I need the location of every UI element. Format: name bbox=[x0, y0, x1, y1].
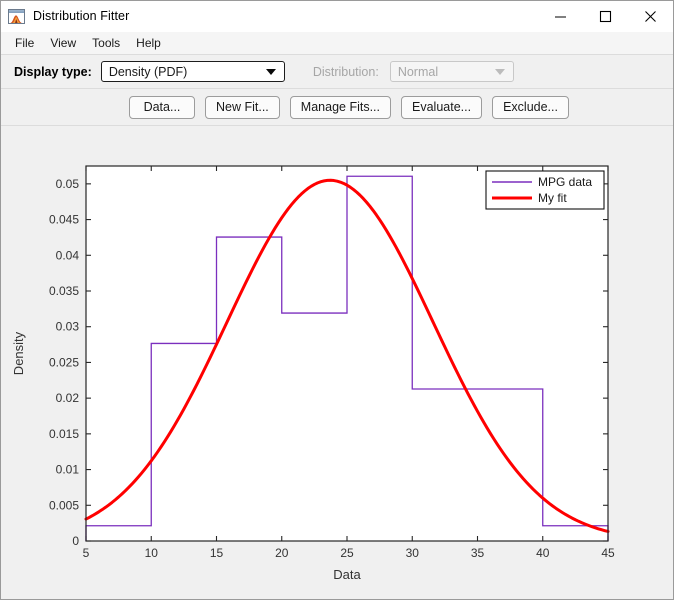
x-tick-label: 20 bbox=[275, 546, 289, 560]
x-tick-label: 25 bbox=[340, 546, 354, 560]
y-tick-label: 0.025 bbox=[49, 355, 79, 369]
x-tick-label: 30 bbox=[406, 546, 420, 560]
distribution-group: Distribution: Normal bbox=[313, 61, 514, 82]
display-type-select[interactable]: Density (PDF) bbox=[100, 61, 285, 82]
y-axis-title: Density bbox=[11, 331, 26, 375]
close-button[interactable] bbox=[628, 1, 673, 31]
display-options-bar: Display type: Density (PDF) Distribution… bbox=[1, 55, 673, 89]
distribution-fitter-window: Distribution Fitter File View Tools Help… bbox=[0, 0, 674, 600]
y-tick-label: 0.005 bbox=[49, 498, 79, 512]
menu-bar: File View Tools Help bbox=[1, 32, 673, 55]
y-tick-label: 0 bbox=[72, 534, 79, 548]
figure-area: 5 10 15 20 25 30 35 40 45 0 0.005 0.01 0.015 0.02 0.02… bbox=[1, 126, 673, 600]
x-tick-label: 35 bbox=[471, 546, 485, 560]
menu-item-tools[interactable]: Tools bbox=[84, 34, 128, 52]
menu-item-file[interactable]: File bbox=[7, 34, 42, 52]
manage-fits-button[interactable]: Manage Fits... bbox=[289, 95, 391, 119]
x-tick-label: 15 bbox=[210, 546, 224, 560]
menu-item-help[interactable]: Help bbox=[128, 34, 169, 52]
chevron-down-icon bbox=[494, 68, 505, 75]
distribution-plot[interactable]: 5 10 15 20 25 30 35 40 45 0 0.005 0.01 0.015 0.02 0.02… bbox=[1, 126, 673, 600]
x-tick-label: 45 bbox=[601, 546, 615, 560]
window-controls bbox=[538, 1, 673, 31]
menu-item-view[interactable]: View bbox=[42, 34, 84, 52]
minimize-button[interactable] bbox=[538, 1, 583, 31]
y-tick-label: 0.05 bbox=[56, 177, 80, 191]
y-tick-label: 0.035 bbox=[49, 284, 79, 298]
evaluate-button[interactable]: Evaluate... bbox=[401, 95, 483, 119]
y-tick-label: 0.01 bbox=[56, 463, 80, 477]
legend-label: MPG data bbox=[538, 175, 592, 189]
x-tick-label: 5 bbox=[83, 546, 90, 560]
display-type-label: Display type: bbox=[14, 64, 92, 79]
x-axis-title: Data bbox=[333, 567, 361, 582]
data-button[interactable]: Data... bbox=[129, 95, 195, 119]
action-button-bar: Data... New Fit... Manage Fits... Evalua… bbox=[1, 89, 673, 126]
exclude-button[interactable]: Exclude... bbox=[492, 95, 569, 119]
y-tick-label: 0.02 bbox=[56, 391, 80, 405]
title-bar: Distribution Fitter bbox=[1, 1, 673, 32]
maximize-button[interactable] bbox=[583, 1, 628, 31]
new-fit-button[interactable]: New Fit... bbox=[205, 95, 280, 119]
legend-label: My fit bbox=[538, 191, 567, 205]
x-tick-label: 40 bbox=[536, 546, 550, 560]
distribution-select: Normal bbox=[389, 61, 514, 82]
y-tick-label: 0.04 bbox=[56, 248, 80, 262]
window-title: Distribution Fitter bbox=[33, 9, 130, 23]
distribution-label: Distribution: bbox=[312, 64, 379, 79]
x-tick-label: 10 bbox=[145, 546, 159, 560]
y-tick-label: 0.015 bbox=[49, 427, 79, 441]
chevron-down-icon bbox=[265, 68, 276, 75]
y-tick-label: 0.045 bbox=[49, 213, 79, 227]
display-type-value: Density (PDF) bbox=[108, 64, 188, 79]
distribution-value: Normal bbox=[397, 64, 439, 79]
matlab-membrane-icon bbox=[8, 8, 25, 24]
y-tick-label: 0.03 bbox=[56, 320, 80, 334]
